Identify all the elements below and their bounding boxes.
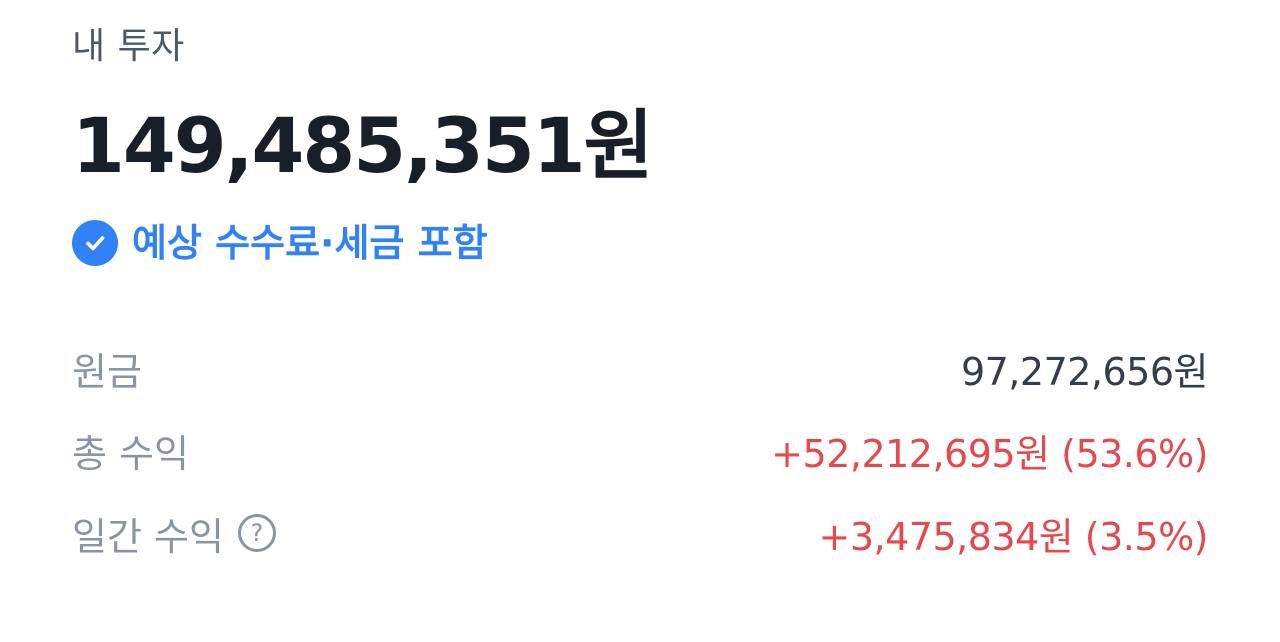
principal-label: 원금 bbox=[72, 349, 142, 394]
total-investment-value: 149,485,351원 bbox=[72, 101, 654, 190]
fee-tax-badge-label: 예상 수수료·세금 포함 bbox=[132, 221, 488, 265]
daily-profit-value: +3,475,834원 (3.5%) bbox=[818, 514, 1209, 559]
check-circle-icon bbox=[72, 220, 118, 266]
total-profit-label: 총 수익 bbox=[72, 431, 189, 476]
principal-value: 97,272,656원 bbox=[960, 349, 1209, 394]
total-profit-row: 총 수익 +52,212,695원 (53.6%) bbox=[72, 420, 1208, 480]
investment-summary: 내 투자 149,485,351원 예상 수수료·세금 포함 원금 97,272… bbox=[72, 0, 1209, 642]
total-profit-value: +52,212,695원 (53.6%) bbox=[771, 431, 1208, 476]
daily-profit-label-group: 일간 수익 ? bbox=[72, 506, 276, 561]
section-title: 내 투자 bbox=[72, 26, 185, 67]
daily-profit-row: 일간 수익 ? +3,475,834원 (3.5%) bbox=[72, 503, 1209, 563]
principal-row: 원금 97,272,656원 bbox=[72, 338, 1209, 398]
fee-tax-included-badge[interactable]: 예상 수수료·세금 포함 bbox=[72, 216, 488, 270]
daily-profit-label: 일간 수익 bbox=[72, 514, 224, 559]
question-circle-icon[interactable]: ? bbox=[237, 514, 276, 552]
